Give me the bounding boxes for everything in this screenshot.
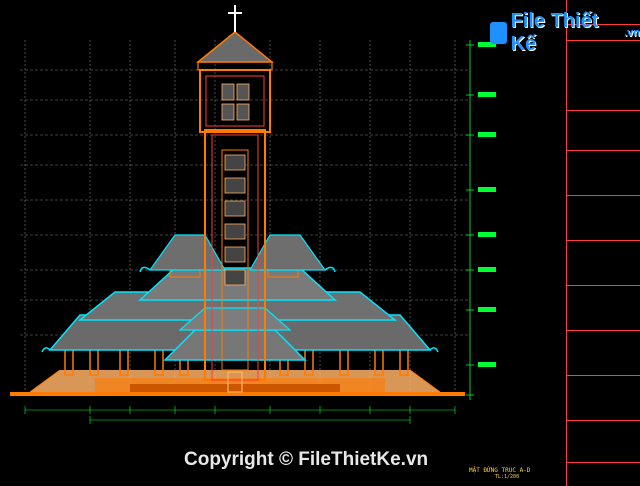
- spire-roof: [195, 31, 275, 71]
- elevation-labels: [478, 42, 496, 367]
- cross-icon: [228, 5, 242, 32]
- dimension-line: [24, 406, 456, 424]
- belfry: [199, 69, 271, 133]
- brand-name: File Thiết Kế: [510, 10, 599, 55]
- sheet-title: MẶT ĐỨNG TRỤC A-D: [469, 467, 531, 474]
- title-block: [566, 0, 640, 486]
- sheet-scale: TL:1/200: [495, 474, 520, 480]
- drawing-canvas[interactable]: [0, 0, 640, 486]
- elevation-markers: [466, 40, 474, 400]
- logo-icon: [490, 22, 507, 44]
- copyright-watermark: Copyright © FileThietKe.vn: [184, 449, 429, 470]
- brand-suffix: .vn: [624, 27, 640, 39]
- brand-watermark: File Thiết Kế .vn: [490, 10, 640, 56]
